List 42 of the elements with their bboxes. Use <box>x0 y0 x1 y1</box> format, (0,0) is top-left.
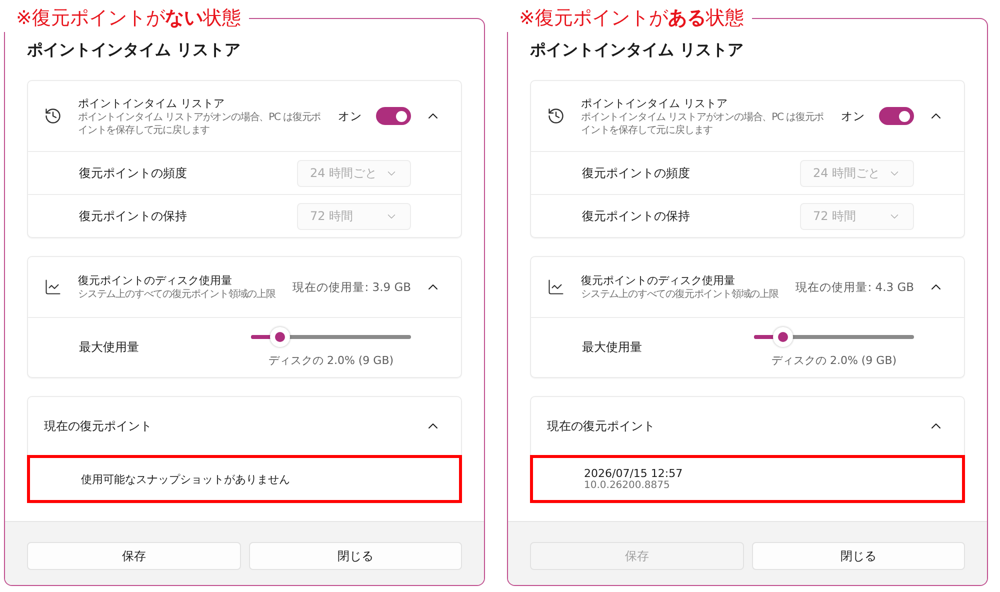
dialog-title: ポイントインタイム リストア <box>27 40 242 61</box>
slider-thumb[interactable] <box>270 327 290 347</box>
toggle-label: オン <box>338 108 362 124</box>
dialog-button[interactable]: 閉じる <box>752 542 965 570</box>
card-description: システム上のすべての復元ポイント領域の上限 <box>581 288 780 301</box>
card-title: 現在の復元ポイント <box>44 418 153 434</box>
card-description: システム上のすべての復元ポイント領域の上限 <box>78 288 276 301</box>
slider-reading: ディスクの 2.0% (9 GB) <box>268 353 394 368</box>
caption: ※復元ポイントがある状態 <box>518 6 745 31</box>
card-description: ポイントインタイム リストアがオンの場合、PC は復元ポイントを保存して元に戻します <box>78 110 322 136</box>
card-title: 現在の復元ポイント <box>547 418 656 434</box>
dialog-title: ポイントインタイム リストア <box>530 40 745 61</box>
history-icon <box>547 107 565 125</box>
card-title: 復元ポイントのディスク使用量 <box>78 273 233 288</box>
dialog-button[interactable]: 保存 <box>27 542 240 570</box>
empty-message: 使用可能なスナップショットがありません <box>81 472 291 486</box>
usage-text: 現在の使用量: 4.3 GB <box>796 280 914 294</box>
slider-thumb[interactable] <box>772 327 793 347</box>
slider-reading: ディスクの 2.0% (9 GB) <box>771 353 897 368</box>
restore-point-date: 2026/07/15 12:57 <box>584 467 684 480</box>
history-icon <box>44 107 62 125</box>
toggle-switch[interactable] <box>879 107 914 125</box>
toggle-switch[interactable] <box>376 107 411 125</box>
caption: ※復元ポイントがない状態 <box>15 6 242 31</box>
usage-text: 現在の使用量: 3.9 GB <box>292 280 411 294</box>
slider-track[interactable] <box>754 327 914 347</box>
row-label: 復元ポイントの保持 <box>79 208 187 224</box>
card-title: 復元ポイントのディスク使用量 <box>581 273 736 288</box>
row-label: 最大使用量 <box>582 339 642 356</box>
restore-point-version: 10.0.26200.8875 <box>584 480 671 491</box>
line-chart-icon <box>547 278 565 296</box>
card-title: ポイントインタイム リストア <box>78 96 226 110</box>
toggle-label: オン <box>841 108 865 124</box>
slider-track[interactable] <box>251 327 411 347</box>
card-description: ポイントインタイム リストアがオンの場合、PC は復元ポイントを保存して元に戻します <box>581 110 825 136</box>
line-chart-icon <box>44 278 62 296</box>
row-label: 復元ポイントの保持 <box>582 208 690 224</box>
card-title: ポイントインタイム リストア <box>581 96 728 110</box>
row-label: 最大使用量 <box>79 339 139 356</box>
dialog-button[interactable]: 閉じる <box>248 542 462 570</box>
row-label: 復元ポイントの頻度 <box>79 164 187 182</box>
row-label: 復元ポイントの頻度 <box>582 164 690 182</box>
